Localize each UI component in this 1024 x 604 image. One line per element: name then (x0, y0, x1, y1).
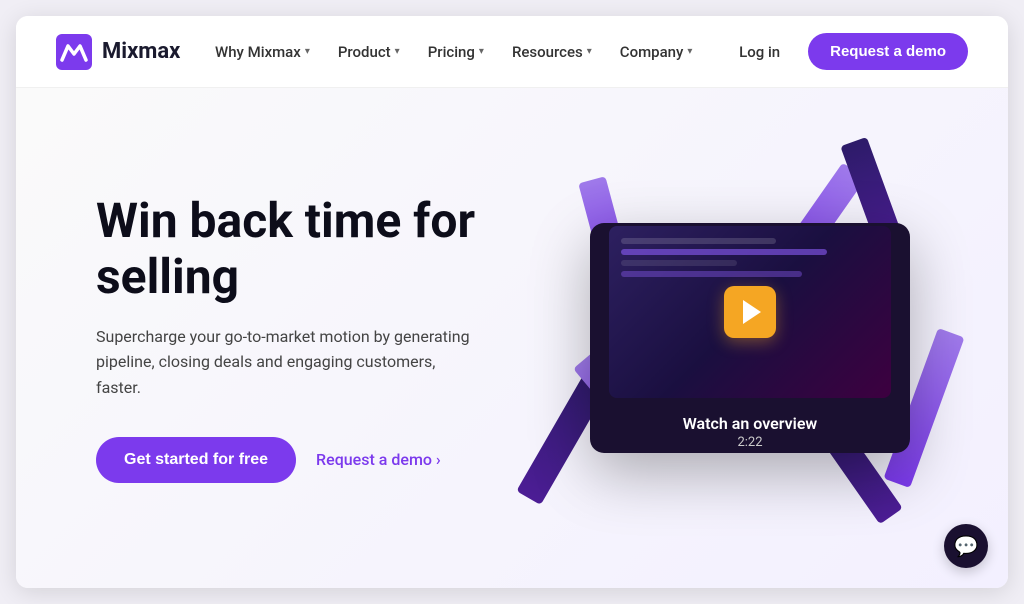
video-thumbnail (609, 226, 891, 399)
play-icon (743, 300, 761, 324)
ui-bar (621, 260, 737, 266)
ui-bar (621, 238, 776, 244)
get-started-button[interactable]: Get started for free (96, 437, 296, 483)
video-caption: Watch an overview 2:22 (683, 414, 817, 450)
video-duration: 2:22 (683, 435, 817, 450)
chevron-down-icon: ▾ (305, 46, 310, 57)
chevron-down-icon: ▾ (587, 46, 592, 57)
hero-subtitle: Supercharge your go-to-market motion by … (96, 324, 476, 401)
brand-name: Mixmax (102, 39, 180, 64)
ui-decoration (621, 238, 879, 282)
request-demo-link[interactable]: Request a demo › (316, 450, 441, 469)
nav-resources[interactable]: Resources ▾ (500, 35, 604, 69)
mixmax-logo-icon (56, 34, 92, 70)
nav-why-mixmax[interactable]: Why Mixmax ▾ (203, 35, 322, 69)
login-link[interactable]: Log in (727, 35, 792, 69)
hero-section: Win back time for selling Supercharge yo… (16, 88, 1008, 588)
hero-content: Win back time for selling Supercharge yo… (96, 193, 532, 482)
nav-links: Why Mixmax ▾ Product ▾ Pricing ▾ Resourc… (203, 35, 704, 69)
ui-bar (621, 271, 801, 277)
nav-product[interactable]: Product ▾ (326, 35, 412, 69)
chat-support-button[interactable]: 💬 (944, 524, 988, 568)
request-demo-button[interactable]: Request a demo (808, 33, 968, 70)
hero-visual: Watch an overview 2:22 (532, 128, 968, 548)
chevron-down-icon: ▾ (687, 46, 692, 57)
video-watch-label: Watch an overview (683, 414, 817, 433)
video-preview-card[interactable]: Watch an overview 2:22 (590, 223, 910, 453)
chevron-down-icon: ▾ (395, 46, 400, 57)
play-button[interactable] (724, 286, 776, 338)
logo-area[interactable]: Mixmax (56, 34, 180, 70)
chat-icon: 💬 (954, 534, 979, 558)
nav-pricing[interactable]: Pricing ▾ (416, 35, 496, 69)
hero-cta-group: Get started for free Request a demo › (96, 437, 532, 483)
nav-actions: Log in Request a demo (727, 33, 968, 70)
nav-company[interactable]: Company ▾ (608, 35, 705, 69)
navigation: Mixmax Why Mixmax ▾ Product ▾ Pricing ▾ … (16, 16, 1008, 88)
hero-title: Win back time for selling (96, 193, 532, 303)
browser-frame: Mixmax Why Mixmax ▾ Product ▾ Pricing ▾ … (16, 16, 1008, 588)
ui-bar (621, 249, 827, 255)
chevron-down-icon: ▾ (479, 46, 484, 57)
